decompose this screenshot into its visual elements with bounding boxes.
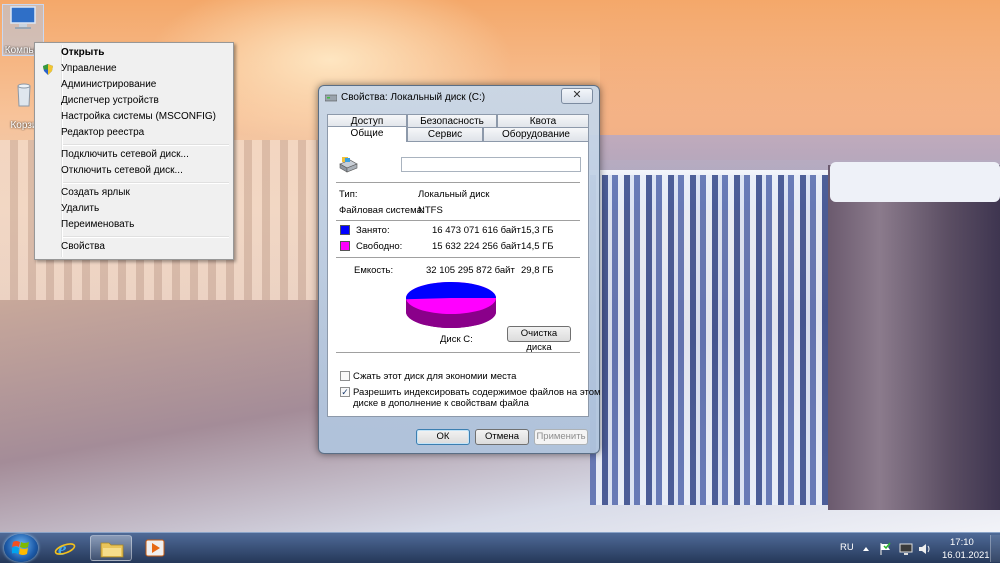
menu-item-properties[interactable]: Свойства	[37, 239, 231, 255]
drive-name-input[interactable]	[401, 157, 581, 172]
drive-title-icon	[325, 94, 337, 102]
checkmark-icon: ✓	[341, 387, 349, 397]
menu-separator	[63, 236, 229, 238]
apply-button[interactable]: Применить	[534, 429, 588, 445]
tab-security[interactable]: Безопасность	[407, 114, 497, 128]
uac-shield-icon	[43, 64, 53, 75]
show-desktop-button[interactable]	[990, 535, 1000, 562]
menu-item-label: Отключить сетевой диск...	[61, 165, 183, 176]
media-player-icon	[145, 539, 165, 557]
filesystem-label: Файловая система:	[339, 205, 425, 216]
dialog-title: Свойства: Локальный диск (C:)	[341, 92, 486, 103]
menu-item-delete[interactable]: Удалить	[37, 201, 231, 217]
action-center-flag-icon[interactable]	[879, 542, 893, 556]
menu-separator	[63, 182, 229, 184]
index-label-line2: диске в дополнение к свойствам файла	[353, 398, 529, 409]
menu-item-label: Переименовать	[61, 219, 135, 230]
free-size: 14,5 ГБ	[521, 241, 554, 252]
language-indicator[interactable]: RU	[840, 542, 854, 553]
free-bytes: 15 632 224 256 байт	[432, 241, 521, 252]
divider	[336, 257, 580, 258]
capacity-size: 29,8 ГБ	[521, 265, 554, 276]
ok-button[interactable]: ОК	[416, 429, 470, 445]
tab-general[interactable]: Общие	[327, 126, 407, 142]
media-player-taskbar-button[interactable]	[134, 535, 176, 561]
menu-item-label: Управление	[61, 63, 117, 74]
menu-item-label: Настройка системы (MSCONFIG)	[61, 111, 217, 122]
divider	[336, 182, 580, 183]
used-label: Занято:	[356, 225, 390, 236]
divider	[336, 352, 580, 353]
folder-icon	[100, 542, 124, 558]
compress-label: Сжать этот диск для экономии места	[353, 371, 517, 382]
menu-item-label: Свойства	[61, 241, 105, 252]
context-menu: Открыть Управление Администрирование Дис…	[34, 42, 234, 260]
used-space-swatch	[340, 225, 350, 235]
menu-item-label: Подключить сетевой диск...	[61, 149, 189, 160]
type-value: Локальный диск	[418, 189, 490, 200]
menu-item-label: Удалить	[61, 203, 100, 214]
filesystem-value: NTFS	[418, 205, 443, 216]
svg-text:e: e	[58, 539, 67, 558]
index-label-line1: Разрешить индексировать содержимое файло…	[353, 387, 601, 398]
cancel-button[interactable]: Отмена	[475, 429, 529, 445]
menu-item-label: Редактор реестра	[61, 127, 145, 138]
used-size: 15,3 ГБ	[521, 225, 554, 236]
start-button[interactable]	[4, 534, 38, 562]
general-tab-panel: Тип: Локальный диск Файловая система: NT…	[327, 141, 601, 417]
volume-icon[interactable]	[918, 542, 932, 556]
menu-item-label: Создать ярлык	[61, 187, 130, 198]
clock-date[interactable]: 16.01.2021	[942, 550, 990, 561]
menu-item-map-network-drive[interactable]: Подключить сетевой диск...	[37, 147, 231, 163]
menu-item-create-shortcut[interactable]: Создать ярлык	[37, 185, 231, 201]
wallpaper-pillar-snow	[830, 162, 1000, 202]
internet-explorer-icon: e	[54, 539, 76, 558]
windows-logo-icon	[12, 541, 29, 555]
menu-item-regedit[interactable]: Редактор реестра	[37, 125, 231, 141]
menu-item-msconfig[interactable]: Настройка системы (MSCONFIG)	[37, 109, 231, 125]
disk-label: Диск C:	[440, 334, 473, 345]
menu-item-label: Открыть	[61, 47, 105, 58]
menu-item-manage[interactable]: Управление	[37, 61, 231, 77]
properties-dialog: Свойства: Локальный диск (C:) ✕ Доступ Б…	[318, 85, 601, 454]
compress-checkbox[interactable]	[340, 371, 350, 381]
menu-separator	[63, 144, 229, 146]
close-icon: ✕	[572, 89, 582, 101]
menu-item-disconnect-network-drive[interactable]: Отключить сетевой диск...	[37, 163, 231, 179]
menu-item-administration[interactable]: Администрирование	[37, 77, 231, 93]
drive-icon	[339, 157, 358, 173]
disk-usage-pie-chart	[406, 282, 496, 328]
disk-cleanup-button[interactable]: Очистка диска	[507, 326, 571, 353]
capacity-bytes: 32 105 295 872 байт	[426, 265, 515, 276]
network-icon[interactable]	[899, 542, 913, 556]
computer-icon	[10, 6, 36, 29]
menu-item-open[interactable]: Открыть	[37, 45, 231, 61]
free-label: Свободно:	[356, 241, 403, 252]
show-hidden-icons-icon[interactable]	[862, 545, 870, 553]
free-space-swatch	[340, 241, 350, 251]
used-bytes: 16 473 071 616 байт	[432, 225, 521, 236]
clock-time[interactable]: 17:10	[950, 537, 974, 548]
close-button[interactable]: ✕	[561, 88, 593, 104]
pie-used-slice	[406, 282, 496, 300]
index-checkbox[interactable]: ✓	[340, 387, 350, 397]
internet-explorer-taskbar-button[interactable]: e	[44, 535, 86, 561]
menu-item-label: Администрирование	[61, 79, 157, 90]
explorer-taskbar-button[interactable]	[90, 535, 132, 561]
menu-item-label: Диспетчер устройств	[61, 95, 159, 106]
menu-item-rename[interactable]: Переименовать	[37, 217, 231, 233]
tab-tools[interactable]: Сервис	[407, 127, 483, 141]
type-label: Тип:	[339, 189, 358, 200]
tab-quota[interactable]: Квота	[497, 114, 589, 128]
taskbar: e RU 17:10 16.01.2021	[0, 532, 1000, 563]
divider	[336, 220, 580, 221]
menu-item-device-manager[interactable]: Диспетчер устройств	[37, 93, 231, 109]
capacity-label: Емкость:	[354, 265, 394, 276]
tab-hardware[interactable]: Оборудование	[483, 127, 589, 141]
wallpaper-pillar	[828, 165, 1000, 510]
